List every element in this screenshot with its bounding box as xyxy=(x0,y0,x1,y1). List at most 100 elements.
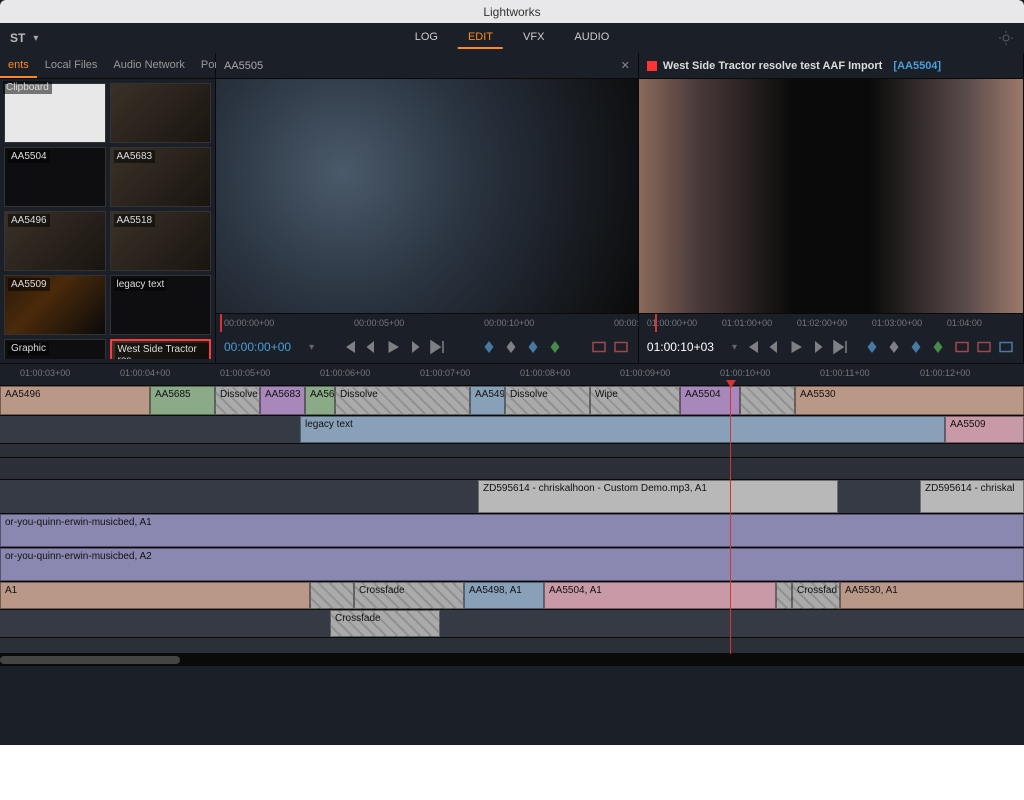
timeline-clip[interactable]: legacy text xyxy=(300,416,945,443)
timeline-clip[interactable]: AA5496 xyxy=(0,386,150,415)
tc-dropdown-icon[interactable]: ▾ xyxy=(309,342,314,353)
nudge-back-icon[interactable] xyxy=(765,338,783,356)
audio-track-1[interactable]: ZD595614 - chriskalhoon - Custom Demo.mp… xyxy=(0,480,1024,514)
source-timecode[interactable]: 00:00:00+00 xyxy=(224,340,291,354)
timeline-clip[interactable]: AA5509 xyxy=(945,416,1024,443)
settings-icon[interactable] xyxy=(998,30,1014,46)
timeline-clip[interactable]: AA5498 xyxy=(470,386,505,415)
insert-icon[interactable] xyxy=(590,338,608,356)
mark-in-icon[interactable] xyxy=(863,338,881,356)
timeline-scrollbar[interactable] xyxy=(0,654,1024,666)
timeline-clip[interactable]: ZD595614 - chriskal xyxy=(920,480,1024,513)
replace-icon[interactable] xyxy=(612,338,630,356)
goto-start-icon[interactable] xyxy=(743,338,761,356)
voiceover-icon[interactable] xyxy=(997,338,1015,356)
timeline-tick: 01:00:11+00 xyxy=(820,368,870,378)
timeline-clip[interactable] xyxy=(776,582,792,609)
timeline-ruler[interactable]: 01:00:03+0001:00:04+0001:00:05+0001:00:0… xyxy=(0,364,1024,386)
video-track-1[interactable]: AA5496AA5685DissolveAA5683AA568DissolveA… xyxy=(0,386,1024,416)
clear-marks-icon[interactable] xyxy=(502,338,520,356)
goto-end-icon[interactable] xyxy=(831,338,849,356)
bin-clip[interactable]: West Side Tractor res xyxy=(110,339,212,359)
clear-marks-icon[interactable] xyxy=(885,338,903,356)
scrollbar-thumb[interactable] xyxy=(0,656,180,664)
goto-start-icon[interactable] xyxy=(340,338,358,356)
delete-icon[interactable] xyxy=(975,338,993,356)
timeline-clip[interactable]: AA5498, A1 xyxy=(464,582,544,609)
timeline-clip[interactable]: AA5504, A1 xyxy=(544,582,776,609)
audio-track-4[interactable]: A1 CrossfadeAA5498, A1AA5504, A1 CrossfadA… xyxy=(0,582,1024,610)
timeline-clip[interactable]: AA568 xyxy=(305,386,335,415)
tc-dropdown-icon[interactable]: ▾ xyxy=(732,342,737,353)
timeline-clip[interactable]: A1 xyxy=(0,582,310,609)
add-cue-icon[interactable] xyxy=(546,338,564,356)
room-name[interactable]: ST xyxy=(10,31,25,45)
content-tab[interactable]: Audio Network xyxy=(105,53,193,78)
timeline-clip[interactable]: AA5504 xyxy=(680,386,740,415)
playhead[interactable] xyxy=(730,386,731,654)
nudge-back-icon[interactable] xyxy=(362,338,380,356)
timeline-clip[interactable]: Dissolve xyxy=(335,386,470,415)
layout-tab-audio[interactable]: AUDIO xyxy=(564,27,619,49)
record-title-id: [AA5504] xyxy=(893,60,941,72)
bin-clip[interactable] xyxy=(110,83,212,143)
timeline-clip[interactable]: AA5530 xyxy=(795,386,1024,415)
record-timecode[interactable]: 01:00:10+03 xyxy=(647,340,714,354)
timeline-tick: 01:00:07+00 xyxy=(420,368,470,378)
timeline-clip[interactable]: Wipe xyxy=(590,386,680,415)
layout-tab-log[interactable]: LOG xyxy=(405,27,448,49)
bin-clip-label: AA5509 xyxy=(8,278,50,291)
source-monitor[interactable] xyxy=(216,79,638,313)
timeline[interactable]: 01:00:03+0001:00:04+0001:00:05+0001:00:0… xyxy=(0,363,1024,718)
record-monitor[interactable] xyxy=(639,79,1023,313)
timeline-clip[interactable]: Crossfade xyxy=(330,610,440,637)
timeline-clip[interactable] xyxy=(310,582,354,609)
bin-clip[interactable]: AA5509 xyxy=(4,275,106,335)
goto-end-icon[interactable] xyxy=(428,338,446,356)
bin-clip[interactable]: legacy text xyxy=(110,275,212,335)
timeline-clip[interactable]: or-you-quinn-erwin-musicbed, A1 xyxy=(0,514,1024,547)
bin-clip[interactable]: AA5518 xyxy=(110,211,212,271)
bin-clip[interactable]: AA5496 xyxy=(4,211,106,271)
timeline-clip[interactable]: Dissolve xyxy=(505,386,590,415)
nudge-fwd-icon[interactable] xyxy=(809,338,827,356)
video-track-2[interactable]: legacy textAA5509 xyxy=(0,416,1024,444)
nudge-fwd-icon[interactable] xyxy=(406,338,424,356)
remove-icon[interactable] xyxy=(953,338,971,356)
timeline-clip[interactable]: AA5683 xyxy=(260,386,305,415)
audio-track-2[interactable]: or-you-quinn-erwin-musicbed, A1 xyxy=(0,514,1024,548)
timeline-clip[interactable] xyxy=(740,386,795,415)
mark-out-icon[interactable] xyxy=(907,338,925,356)
mark-in-icon[interactable] xyxy=(480,338,498,356)
audio-track-3[interactable]: or-you-quinn-erwin-musicbed, A2 xyxy=(0,548,1024,582)
ruler-tick: 01:04:00 xyxy=(947,318,982,328)
play-icon[interactable] xyxy=(384,338,402,356)
timeline-clip[interactable]: Crossfad xyxy=(792,582,840,609)
layout-tabs: LOG EDIT VFX AUDIO xyxy=(405,27,620,49)
source-ruler[interactable]: 00:00:00+0000:00:05+0000:00:10+0000:00:1 xyxy=(216,313,638,331)
content-tab[interactable]: Local Files xyxy=(37,53,106,78)
timeline-clip[interactable]: AA5685 xyxy=(150,386,215,415)
audio-track-5[interactable]: Crossfade xyxy=(0,610,1024,638)
bin-clip[interactable]: Graphic xyxy=(4,339,106,359)
play-icon[interactable] xyxy=(787,338,805,356)
timeline-clip[interactable]: Crossfade xyxy=(354,582,464,609)
record-ruler[interactable]: 01:00:00+0001:01:00+0001:02:00+0001:03:0… xyxy=(639,313,1023,331)
add-cue-icon[interactable] xyxy=(929,338,947,356)
timeline-clip[interactable]: or-you-quinn-erwin-musicbed, A2 xyxy=(0,548,1024,581)
layout-tab-edit[interactable]: EDIT xyxy=(458,27,503,49)
timeline-tick: 01:00:12+00 xyxy=(920,368,970,378)
bin-clip[interactable]: AA5504 xyxy=(4,147,106,207)
timeline-clip[interactable]: ZD595614 - chriskalhoon - Custom Demo.mp… xyxy=(478,480,838,513)
bin-clip[interactable]: AA5683 xyxy=(110,147,212,207)
bin-grid[interactable]: AA5504AA5683AA5496AA5518 AA5509 legacy tex… xyxy=(0,79,215,359)
room-dropdown-icon[interactable]: ▾ xyxy=(33,33,38,44)
close-icon[interactable]: ✕ xyxy=(621,59,630,72)
content-tab[interactable]: ents xyxy=(0,53,37,78)
timeline-clip[interactable]: Dissolve xyxy=(215,386,260,415)
bin-clip-label: Graphic xyxy=(8,342,49,355)
layout-tab-vfx[interactable]: VFX xyxy=(513,27,554,49)
timeline-clip[interactable]: AA5530, A1 xyxy=(840,582,1024,609)
timeline-tick: 01:00:10+00 xyxy=(720,368,770,378)
mark-out-icon[interactable] xyxy=(524,338,542,356)
